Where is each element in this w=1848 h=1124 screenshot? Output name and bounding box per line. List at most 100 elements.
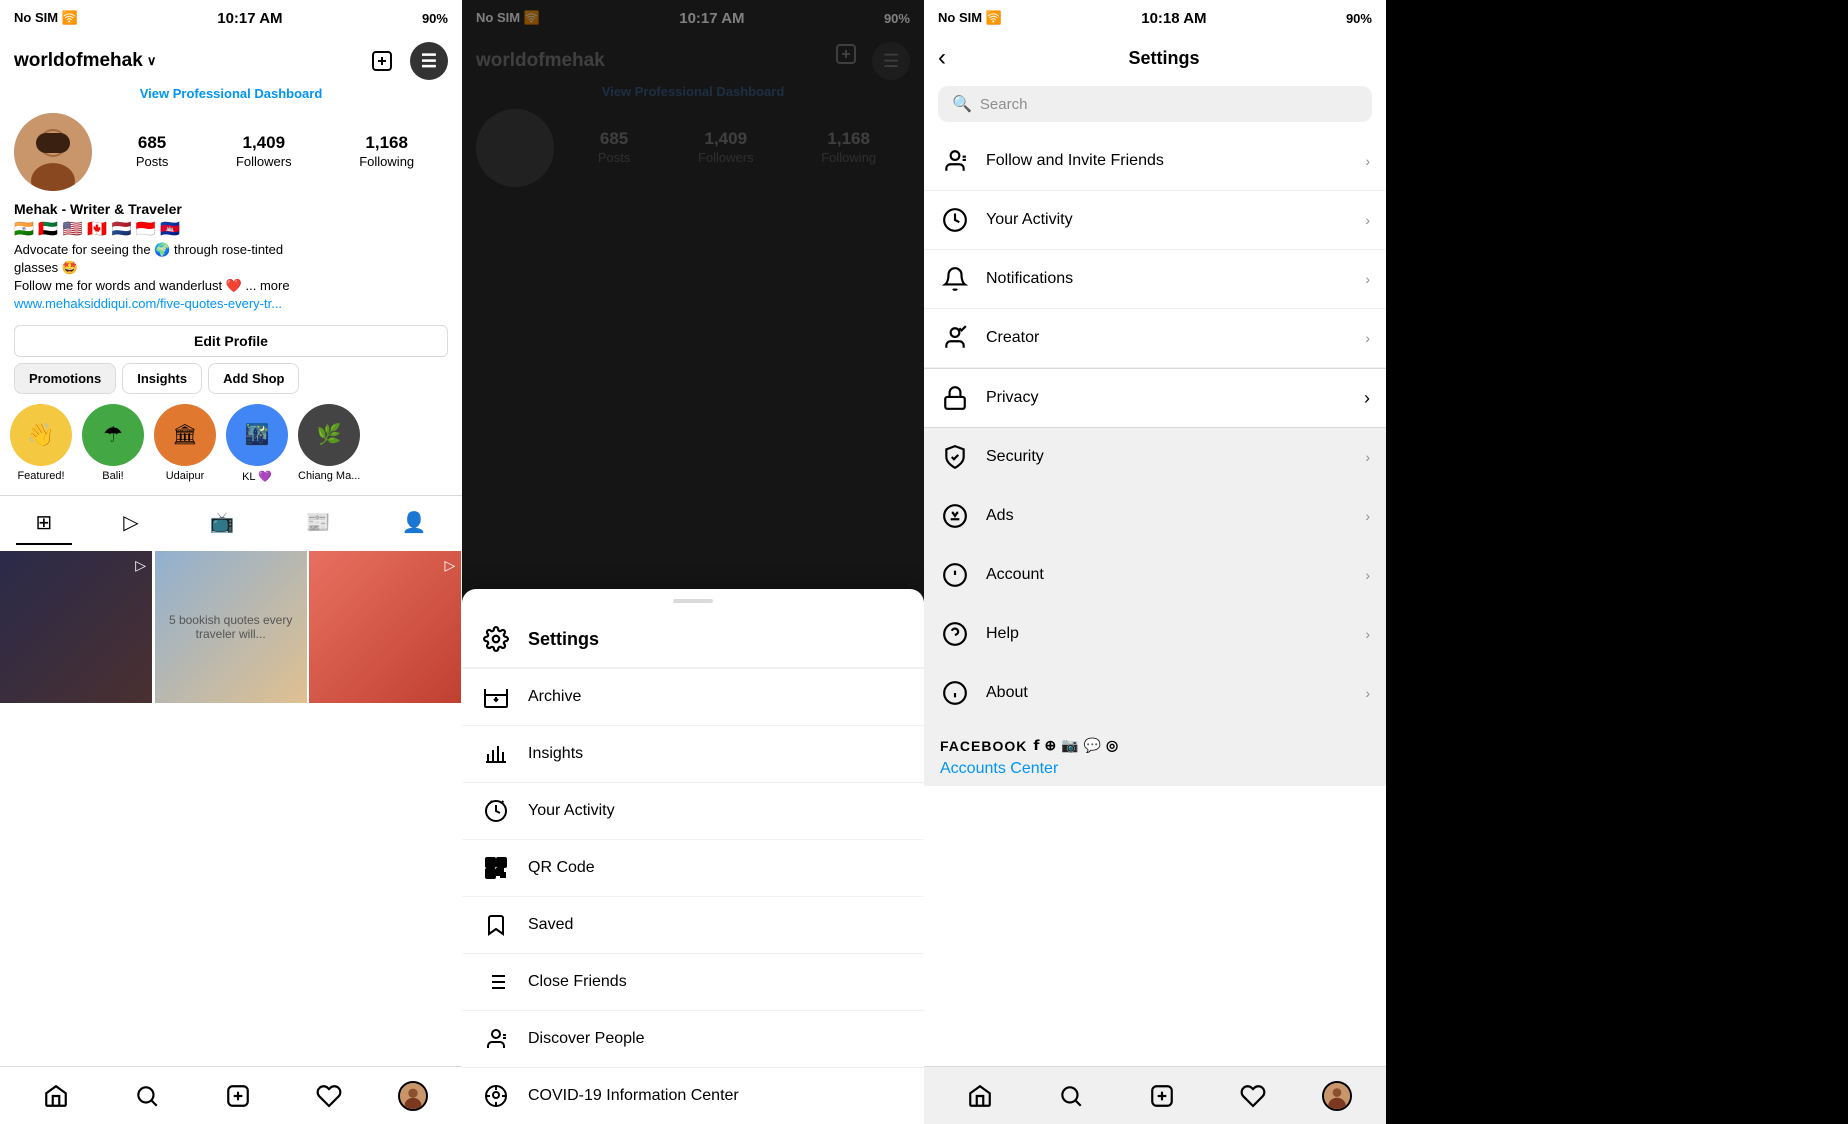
nav-add-button-3[interactable]: [1140, 1074, 1184, 1118]
settings-help[interactable]: Help ›: [924, 605, 1386, 664]
tab-igtv[interactable]: 📺: [190, 502, 255, 545]
grid-cell-2[interactable]: 5 bookish quotes every traveler will...: [155, 551, 307, 703]
status-bar-1: No SIM 🛜 10:17 AM 90%: [0, 0, 462, 36]
menu-settings-item[interactable]: Settings: [462, 609, 924, 669]
nav-add-button[interactable]: [216, 1074, 260, 1118]
tab-collab[interactable]: 👤: [382, 502, 447, 545]
menu-archive-item[interactable]: Archive: [462, 669, 924, 726]
nav-heart-button-3[interactable]: [1231, 1074, 1275, 1118]
tab-reels[interactable]: ▷: [103, 502, 158, 545]
drag-handle: [673, 599, 713, 603]
story-label-featured: Featured!: [17, 470, 64, 482]
accounts-center-link[interactable]: Accounts Center: [940, 754, 1370, 778]
story-item-udaipur[interactable]: 🏛 Udaipur: [154, 404, 216, 483]
bottom-nav-3: [924, 1066, 1386, 1124]
settings-activity[interactable]: Your Activity ›: [924, 191, 1386, 250]
story-item-bali[interactable]: ☂ Bali!: [82, 404, 144, 483]
settings-security[interactable]: Security ›: [924, 428, 1386, 487]
menu-closefriends-item[interactable]: Close Friends: [462, 954, 924, 1011]
fb-icon: 𝗳: [1033, 737, 1040, 754]
professional-dashboard-link[interactable]: View Professional Dashboard: [0, 84, 462, 109]
story-item-chiangma[interactable]: 🌿 Chiang Ma...: [298, 404, 360, 483]
username-display[interactable]: worldofmehak ∨: [14, 50, 156, 72]
story-item-kl[interactable]: 🌃 KL 💜: [226, 404, 288, 483]
grid-cell-3[interactable]: ▷: [309, 551, 461, 703]
nav-heart-button[interactable]: [307, 1074, 351, 1118]
instagram-icon: 📷: [1061, 737, 1079, 754]
follow-friends-chevron: ›: [1365, 153, 1370, 169]
story-label-udaipur: Udaipur: [166, 470, 205, 482]
tab-grid[interactable]: ⊞: [16, 502, 73, 545]
battery-1: 90%: [422, 11, 448, 26]
tab-insights[interactable]: Insights: [122, 363, 202, 394]
carrier-1: No SIM 🛜: [14, 10, 78, 26]
menu-discover-item[interactable]: Discover People: [462, 1011, 924, 1068]
settings-header: ‹ Settings: [924, 36, 1386, 82]
settings-creator[interactable]: Creator ›: [924, 309, 1386, 368]
nav-profile-button-3[interactable]: [1322, 1081, 1352, 1111]
qr-icon: [482, 854, 510, 882]
privacy-label: Privacy: [986, 389, 1348, 407]
following-stat[interactable]: 1,168 Following: [359, 133, 414, 171]
menu-saved-item[interactable]: Saved: [462, 897, 924, 954]
back-button[interactable]: ‹: [938, 44, 946, 72]
messenger-icon: ⊕: [1044, 737, 1057, 754]
bio-flags: 🇮🇳 🇦🇪 🇺🇸 🇨🇦 🇳🇱 🇮🇩 🇰🇭: [14, 219, 448, 239]
nav-home-button-3[interactable]: [958, 1074, 1002, 1118]
add-post-button[interactable]: [368, 47, 396, 75]
divider-1: [0, 495, 462, 496]
menu-closefriends-label: Close Friends: [528, 973, 627, 991]
followers-stat[interactable]: 1,409 Followers: [236, 133, 292, 171]
menu-covid-label: COVID-19 Information Center: [528, 1087, 739, 1105]
edit-profile-button[interactable]: Edit Profile: [14, 325, 448, 357]
search-placeholder: Search: [980, 96, 1028, 113]
settings-follow-friends[interactable]: Follow and Invite Friends ›: [924, 132, 1386, 191]
grid-cell-1[interactable]: ▷: [0, 551, 152, 703]
settings-about[interactable]: About ›: [924, 664, 1386, 723]
privacy-icon: [940, 383, 970, 413]
menu-insights-item[interactable]: Insights: [462, 726, 924, 783]
bio-link[interactable]: www.mehaksiddiqui.com/five-quotes-every-…: [14, 296, 448, 311]
settings-privacy[interactable]: Privacy ›: [924, 368, 1386, 428]
story-label-chiangma: Chiang Ma...: [298, 470, 360, 482]
tab-add-shop[interactable]: Add Shop: [208, 363, 299, 394]
posts-stat[interactable]: 685 Posts: [136, 133, 169, 171]
settings-notifications[interactable]: Notifications ›: [924, 250, 1386, 309]
ads-label: Ads: [986, 507, 1349, 525]
menu-activity-item[interactable]: Your Activity: [462, 783, 924, 840]
about-label: About: [986, 684, 1349, 702]
facebook-label: FACEBOOK 𝗳 ⊕ 📷 💬 ◎: [940, 737, 1370, 754]
menu-qr-item[interactable]: QR Code: [462, 840, 924, 897]
profile-info-row: 685 Posts 1,409 Followers 1,168 Followin…: [0, 109, 462, 199]
settings-account[interactable]: Account ›: [924, 546, 1386, 605]
oculus-icon: ◎: [1106, 737, 1119, 754]
security-chevron: ›: [1365, 449, 1370, 465]
phone-1: No SIM 🛜 10:17 AM 90% worldofmehak ∨ ☰ V…: [0, 0, 462, 1124]
tab-promotions[interactable]: Promotions: [14, 363, 116, 394]
menu-qr-label: QR Code: [528, 859, 595, 877]
help-label: Help: [986, 625, 1349, 643]
settings-ads[interactable]: Ads ›: [924, 487, 1386, 546]
photo-grid: ▷ 5 bookish quotes every traveler will..…: [0, 551, 462, 703]
menu-button[interactable]: ☰: [410, 42, 448, 80]
menu-covid-item[interactable]: COVID-19 Information Center: [462, 1068, 924, 1124]
search-icon: 🔍: [952, 94, 972, 114]
content-tabs-row: ⊞ ▷ 📺 📰 👤: [0, 498, 462, 551]
follow-friends-icon: [940, 146, 970, 176]
menu-activity-label: Your Activity: [528, 802, 615, 820]
help-icon: [940, 619, 970, 649]
tab-tagged[interactable]: 📰: [286, 502, 351, 545]
nav-search-button-3[interactable]: [1049, 1074, 1093, 1118]
creator-label: Creator: [986, 329, 1349, 347]
help-chevron: ›: [1365, 626, 1370, 642]
nav-profile-button[interactable]: [398, 1081, 428, 1111]
nav-search-button[interactable]: [125, 1074, 169, 1118]
avatar: [14, 113, 92, 191]
time-3: 10:18 AM: [1141, 10, 1206, 27]
nav-home-button[interactable]: [34, 1074, 78, 1118]
story-item-featured[interactable]: 👋 Featured!: [10, 404, 72, 483]
phone-3: No SIM 🛜 10:18 AM 90% ‹ Settings 🔍 Searc…: [924, 0, 1386, 1124]
search-bar[interactable]: 🔍 Search: [938, 86, 1372, 122]
menu-discover-label: Discover People: [528, 1030, 645, 1048]
facebook-section: FACEBOOK 𝗳 ⊕ 📷 💬 ◎ Accounts Center: [924, 723, 1386, 786]
